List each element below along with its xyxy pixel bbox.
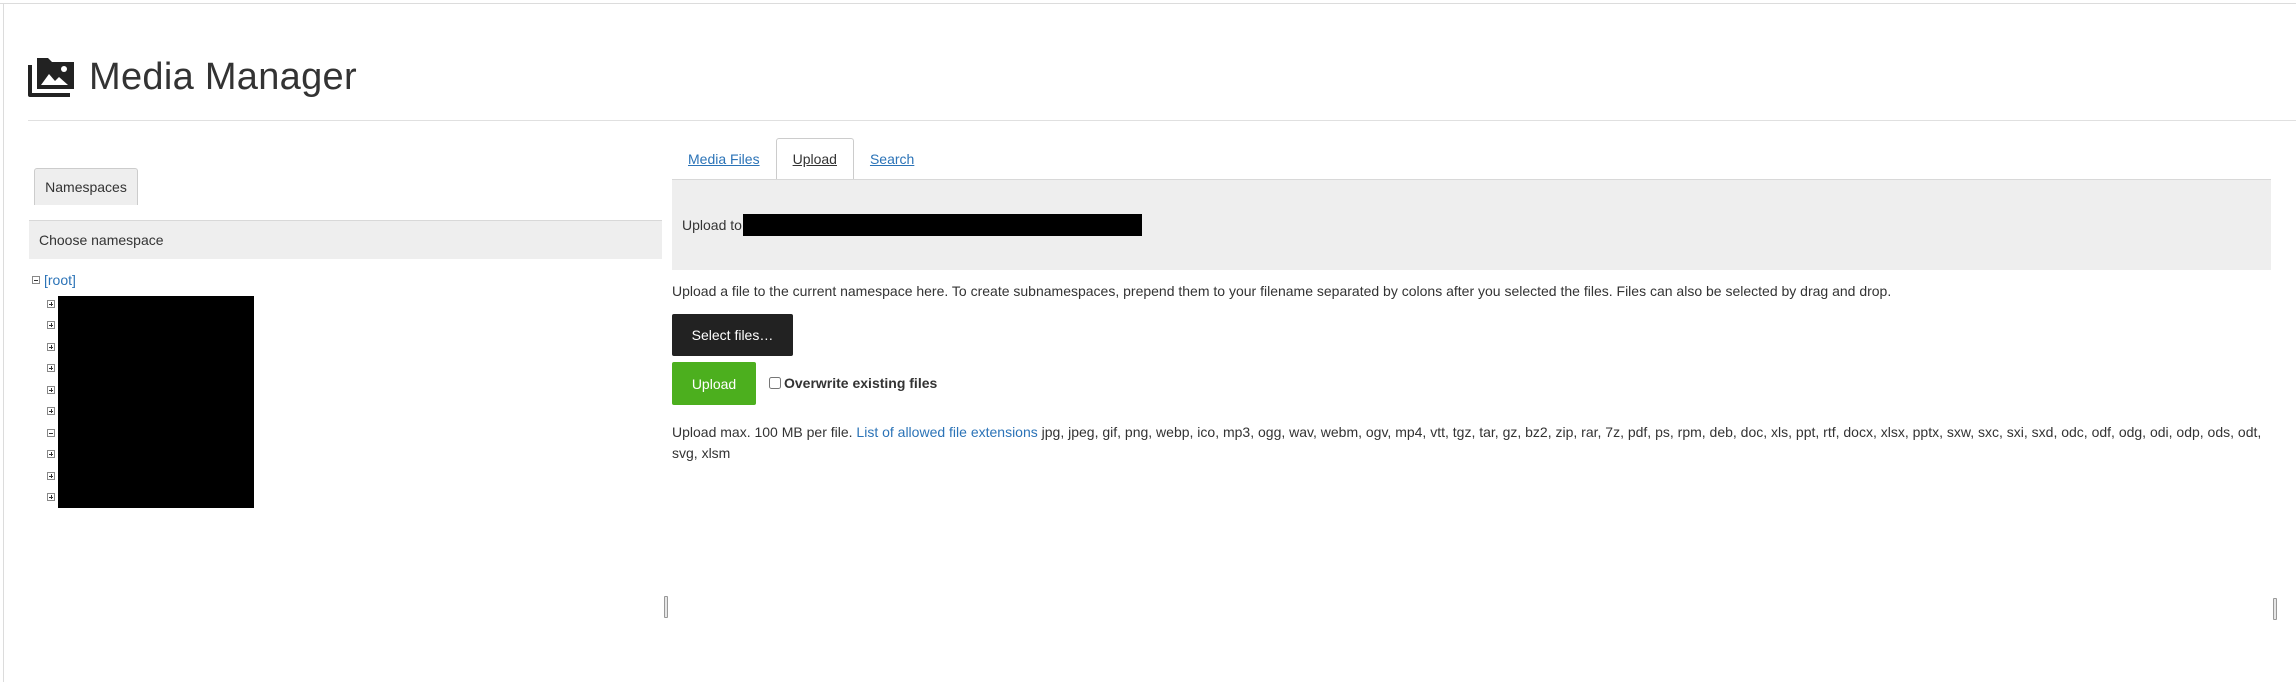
page-header: Media Manager xyxy=(28,56,357,99)
frame-left-border xyxy=(3,3,4,682)
upload-to-label: Upload to xyxy=(682,217,742,233)
panel-resize-handle-right[interactable] xyxy=(2273,598,2277,620)
tab-upload[interactable]: Upload xyxy=(775,138,854,180)
upload-description: Upload a file to the current namespace h… xyxy=(672,283,1892,299)
expand-icon[interactable] xyxy=(47,300,55,308)
panel-resize-handle[interactable] xyxy=(664,596,668,618)
expand-icon[interactable] xyxy=(47,407,55,415)
redacted-namespace-list xyxy=(58,296,254,508)
tree-root-item[interactable]: [root] xyxy=(32,272,76,288)
expand-icon[interactable] xyxy=(47,450,55,458)
collapse-icon[interactable] xyxy=(32,276,40,284)
page-title: Media Manager xyxy=(89,56,357,98)
expand-icon[interactable] xyxy=(47,364,55,372)
image-stack-icon xyxy=(28,57,74,97)
expand-icon[interactable] xyxy=(47,343,55,351)
allowed-extensions-link[interactable]: List of allowed file extensions xyxy=(856,424,1037,440)
root-namespace-link[interactable]: [root] xyxy=(44,272,76,288)
upload-button[interactable]: Upload xyxy=(672,362,756,405)
collapse-icon[interactable] xyxy=(47,429,55,437)
overwrite-option[interactable]: Overwrite existing files xyxy=(768,375,937,391)
media-tabs: Media Files Upload Search xyxy=(672,138,930,180)
expand-icon[interactable] xyxy=(47,321,55,329)
tab-media-files[interactable]: Media Files xyxy=(672,138,776,180)
max-size-text: Upload max. 100 MB per file. xyxy=(672,424,853,440)
expand-icon[interactable] xyxy=(47,386,55,394)
frame-top-border xyxy=(0,3,2296,4)
upload-limits-info: Upload max. 100 MB per file. List of all… xyxy=(672,422,2272,464)
tab-namespaces[interactable]: Namespaces xyxy=(34,168,138,205)
upload-target-bar: Upload to xyxy=(672,179,2271,270)
select-files-button[interactable]: Select files… xyxy=(672,314,793,356)
expand-icon[interactable] xyxy=(47,472,55,480)
overwrite-checkbox[interactable] xyxy=(769,377,781,389)
redacted-target-namespace xyxy=(742,214,1142,236)
overwrite-label: Overwrite existing files xyxy=(784,375,938,391)
namespace-panel-title: Choose namespace xyxy=(29,220,662,259)
header-divider xyxy=(28,120,2296,121)
expand-icon[interactable] xyxy=(47,493,55,501)
tab-search[interactable]: Search xyxy=(854,138,930,180)
